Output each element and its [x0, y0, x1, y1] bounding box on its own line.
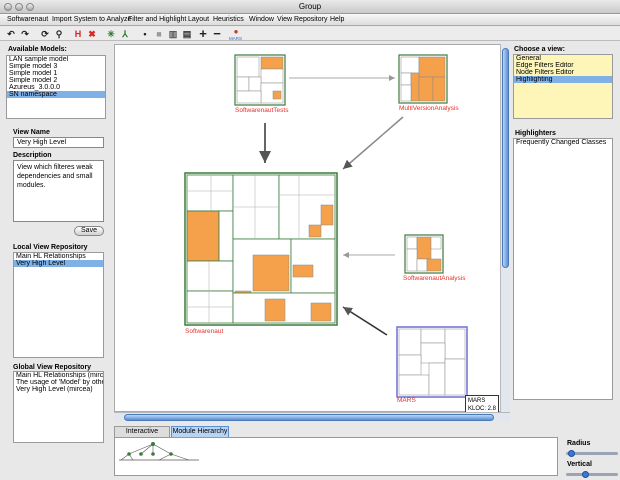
label-mars: MARS	[397, 397, 416, 404]
global-repo-item[interactable]: Main HL Relationships (mirce	[14, 372, 103, 379]
global-repo-title: Global View Repository	[13, 364, 92, 371]
menu-layout[interactable]: Layout	[188, 16, 209, 23]
menu-heuristics[interactable]: Heuristics	[213, 16, 244, 23]
radius-slider-knob[interactable]	[568, 450, 575, 457]
undo-icon[interactable]: ↶	[6, 29, 16, 39]
edge-multi-to-main	[342, 116, 404, 170]
view-name-label: View Name	[13, 129, 50, 136]
global-repo-list[interactable]: Main HL Relationships (mirce The usage o…	[13, 371, 104, 443]
menu-view-repository[interactable]: View Repository	[277, 16, 327, 23]
radius-label: Radius	[567, 440, 591, 447]
view-item[interactable]: Edge Filters Editor	[514, 62, 612, 69]
mini-hierarchy-tree	[119, 442, 199, 461]
redo-icon[interactable]: ↷	[20, 29, 30, 39]
menu-help[interactable]: Help	[330, 16, 344, 23]
h-icon[interactable]: H	[73, 29, 83, 39]
canvas-vertical-thumb[interactable]	[502, 48, 509, 268]
menu-filter-highlight[interactable]: Filter and Highlight	[128, 16, 186, 23]
description-field[interactable]: View which filteres weak dependencies an…	[13, 160, 104, 222]
view-item[interactable]: General	[514, 55, 612, 62]
node-softwarenaut-tests[interactable]	[234, 54, 286, 106]
label-multi-version-analysis: MultiVersionAnalysis	[399, 105, 459, 112]
gray-square-icon[interactable]: ■	[154, 29, 164, 39]
tab-module-hierarchy[interactable]: Module Hierarchy	[171, 426, 229, 437]
plus-icon[interactable]: +	[198, 27, 208, 40]
vertical-label: Vertical	[567, 461, 592, 468]
window-title: Group	[298, 2, 322, 11]
description-label: Description	[13, 152, 52, 159]
x-icon[interactable]: ✖	[87, 29, 97, 39]
label-softwarenaut-analysis: SoftwarenautAnalysis	[403, 275, 466, 282]
global-repo-item[interactable]: The usage of 'Model' by other	[14, 379, 103, 386]
minus-icon[interactable]: −	[212, 27, 222, 40]
view-chooser-list[interactable]: General Edge Filters Editor Node Filters…	[513, 54, 613, 119]
graph-svg	[184, 54, 468, 398]
highlighters-list[interactable]: Frequently Changed Classes	[513, 138, 613, 400]
model-item[interactable]: Simple model 1	[7, 70, 105, 77]
choose-view-title: Choose a view:	[514, 46, 565, 53]
view-item[interactable]: Node Filters Editor	[514, 69, 612, 76]
menu-import[interactable]: Import System to Analyze	[52, 16, 131, 23]
mars-tooltip: MARS KLOC: 2.8	[465, 395, 499, 413]
local-repo-item-selected[interactable]: Very High Level	[14, 260, 103, 267]
tooltip-name: MARS	[468, 398, 486, 404]
model-item[interactable]: Azureus_3.0.0.0	[7, 84, 105, 91]
vertical-slider-knob[interactable]	[582, 471, 589, 478]
model-item[interactable]: LAN sample model	[7, 56, 105, 63]
model-item[interactable]: Simple model 2	[7, 77, 105, 84]
highlighters-title: Highlighters	[515, 130, 556, 137]
local-repo-title: Local View Repository	[13, 244, 88, 251]
model-item[interactable]: Simple model 3	[7, 63, 105, 70]
module-hierarchy-panel[interactable]	[114, 437, 558, 476]
menu-window[interactable]: Window	[249, 16, 274, 23]
highlighter-item[interactable]: Frequently Changed Classes	[514, 139, 612, 146]
node-softwarenaut-analysis[interactable]	[404, 234, 444, 274]
view-item-selected[interactable]: Highlighting	[514, 76, 612, 83]
menu-softwarenaut[interactable]: Softwarenaut	[7, 16, 48, 23]
local-repo-item[interactable]: Main HL Relationships	[14, 253, 103, 260]
graph-canvas[interactable]: SoftwarenautTests MultiVersionAnalysis S…	[114, 44, 510, 413]
vertical-slider[interactable]	[566, 473, 618, 476]
node-multi-version-analysis[interactable]	[398, 54, 448, 104]
rotate-icon[interactable]: ⟳	[40, 29, 50, 39]
canvas-horizontal-thumb[interactable]	[124, 414, 494, 421]
tree-icon[interactable]: ⅄	[120, 29, 130, 39]
view-name-field[interactable]: Very High Level	[13, 137, 104, 148]
available-models-list[interactable]: LAN sample model Simple model 3 Simple m…	[6, 55, 106, 119]
label-softwarenaut-tests: SoftwarenautTests	[235, 107, 289, 114]
tab-interactive-coding[interactable]: Interactive Coding	[114, 426, 170, 445]
star-icon[interactable]: ✳	[106, 29, 116, 39]
global-repo-item[interactable]: Very High Level (mircea)	[14, 386, 103, 393]
mars-toolbar-label: MARS	[229, 36, 243, 41]
node-softwarenaut[interactable]	[184, 172, 338, 326]
label-softwarenaut: Softwarenaut	[185, 328, 224, 335]
local-repo-list[interactable]: Main HL Relationships Very High Level	[13, 252, 104, 358]
dark-layers-icon[interactable]: ▤	[182, 29, 192, 39]
save-button[interactable]: Save	[74, 226, 104, 236]
dot-icon[interactable]: •	[140, 29, 150, 39]
node-mars[interactable]	[396, 326, 468, 398]
canvas-vertical-scrollbar[interactable]	[500, 44, 510, 412]
edge-mars-to-main	[342, 306, 388, 336]
model-item-selected[interactable]: SN namespace	[7, 91, 105, 98]
layers-icon[interactable]: ▥	[168, 29, 178, 39]
canvas-horizontal-scrollbar[interactable]	[114, 412, 510, 421]
available-models-title: Available Models:	[8, 46, 67, 53]
magic-wand-icon[interactable]: ⚲	[54, 29, 64, 39]
